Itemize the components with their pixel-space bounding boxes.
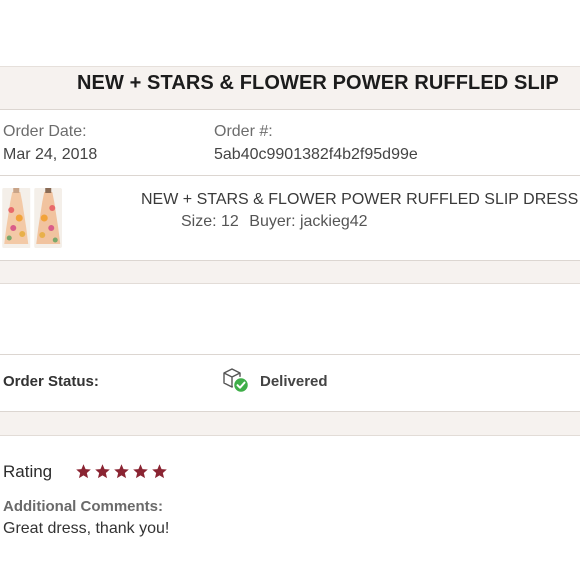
star-icon — [152, 464, 167, 479]
star-icon — [76, 464, 91, 479]
product-name-link[interactable]: NEW + STARS & FLOWER POWER RUFFLED SLIP … — [141, 191, 578, 209]
order-status-label: Order Status: — [3, 373, 99, 390]
package-delivered-icon — [221, 368, 251, 394]
section-separator — [0, 411, 580, 436]
product-thumbnail[interactable] — [2, 188, 62, 248]
product-buyer: Buyer: jackieg42 — [249, 213, 368, 230]
section-separator — [0, 260, 580, 284]
additional-comments-label: Additional Comments: — [3, 498, 163, 515]
order-date-value: Mar 24, 2018 — [3, 146, 98, 163]
rating-label: Rating — [3, 462, 53, 481]
page-title: NEW + STARS & FLOWER POWER RUFFLED SLIP — [77, 72, 559, 94]
star-icon — [95, 464, 110, 479]
order-date-label: Order Date: — [3, 123, 87, 140]
order-number-value: 5ab40c9901382f4b2f95d99e — [214, 146, 418, 163]
additional-comments-text: Great dress, thank you! — [3, 520, 170, 537]
rating-stars — [75, 463, 168, 480]
product-photo-front — [2, 188, 31, 248]
product-photo-back — [33, 188, 62, 248]
order-status-value: Delivered — [260, 373, 328, 390]
star-icon — [133, 464, 148, 479]
product-size: Size: 12 — [181, 213, 239, 230]
star-icon — [114, 464, 129, 479]
divider — [0, 354, 580, 355]
order-number-label: Order #: — [214, 123, 273, 140]
product-meta: Size: 12 Buyer: jackieg42 — [181, 213, 374, 231]
divider — [0, 175, 580, 176]
